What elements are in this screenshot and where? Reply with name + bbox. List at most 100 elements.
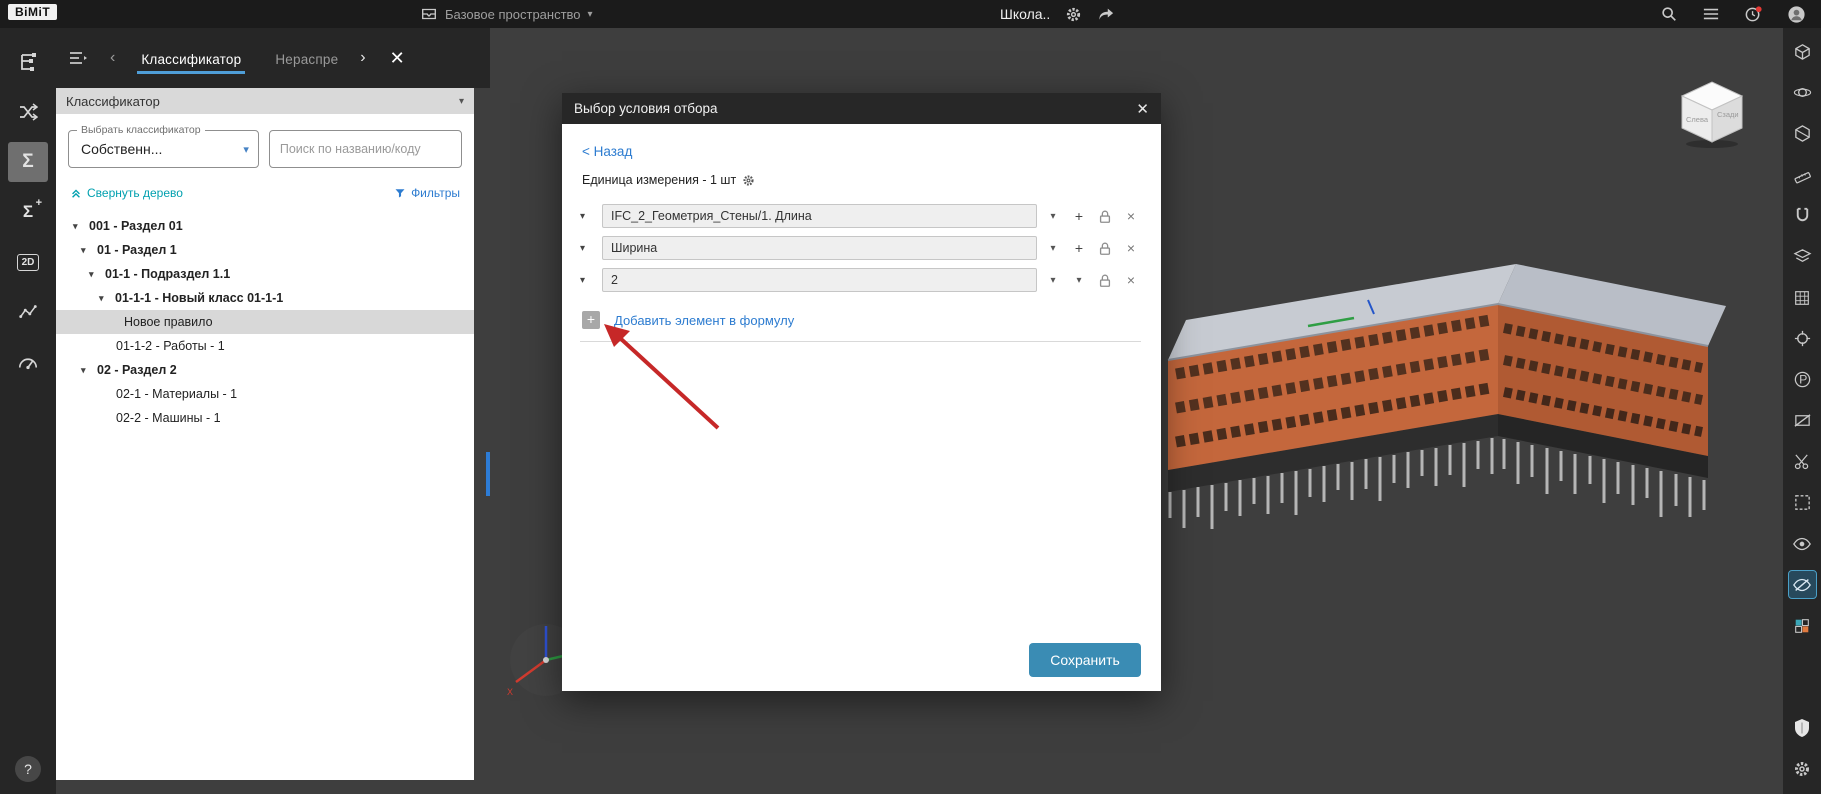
hide-elements-button[interactable] bbox=[1787, 570, 1817, 599]
classifier-select-caret-icon[interactable]: ▾ bbox=[243, 143, 249, 156]
menu-list-icon[interactable] bbox=[1702, 6, 1720, 22]
share-icon[interactable] bbox=[1097, 6, 1115, 22]
panel-tab-bar: ‹ Классификатор Нераспре › ✕ bbox=[56, 28, 490, 88]
workspace-box-icon bbox=[422, 8, 436, 20]
tab-unallocated[interactable]: Нераспре bbox=[271, 32, 342, 84]
sigma-icon: Σ bbox=[22, 151, 34, 172]
formula-element-input[interactable] bbox=[602, 236, 1037, 260]
tree-item[interactable]: 02-1 - Материалы - 1 bbox=[56, 382, 474, 406]
row-remove-icon[interactable]: × bbox=[1121, 208, 1141, 224]
tree-item[interactable]: 02-2 - Машины - 1 bbox=[56, 406, 474, 430]
home-view-button[interactable] bbox=[1789, 38, 1816, 65]
shield-protect-button[interactable] bbox=[1789, 714, 1816, 741]
building-3d-model[interactable] bbox=[1158, 240, 1778, 550]
row-remove-icon[interactable]: × bbox=[1121, 240, 1141, 256]
workspace-caret-icon[interactable]: ▾ bbox=[588, 9, 593, 20]
plan-view-button[interactable]: P bbox=[1789, 366, 1816, 393]
structure-tree-tool-button[interactable] bbox=[8, 42, 48, 82]
formula-element-input[interactable] bbox=[602, 204, 1037, 228]
panel-scrollbar-thumb[interactable] bbox=[486, 452, 490, 496]
section-plane-button[interactable] bbox=[1789, 407, 1816, 434]
row-dropdown-caret-icon[interactable]: ▾ bbox=[1043, 243, 1063, 254]
tree-item[interactable]: 01-1-2 - Работы - 1 bbox=[56, 334, 474, 358]
gauge-tool-button[interactable] bbox=[8, 342, 48, 382]
row-add-icon[interactable]: + bbox=[1069, 240, 1089, 256]
search-icon[interactable] bbox=[1660, 5, 1678, 23]
dialog-title-bar[interactable]: Выбор условия отбора ✕ bbox=[562, 93, 1161, 124]
tree-item[interactable]: ▾ 02 - Раздел 2 bbox=[56, 358, 474, 382]
lock-icon[interactable] bbox=[1095, 241, 1115, 256]
tree-item[interactable]: ▾ 01 - Раздел 1 bbox=[56, 238, 474, 262]
formula-element-input[interactable] bbox=[602, 268, 1037, 292]
project-name[interactable]: Школа.. bbox=[1000, 6, 1050, 22]
user-avatar-icon[interactable] bbox=[1787, 5, 1806, 24]
navcube-right-face-label[interactable]: Сзади bbox=[1717, 110, 1739, 119]
tree-item[interactable]: ▾ 001 - Раздел 01 bbox=[56, 214, 474, 238]
row-dropdown-caret-icon[interactable]: ▾ bbox=[1043, 211, 1063, 222]
tabs-scroll-right-icon[interactable]: › bbox=[360, 49, 365, 67]
add-element-button[interactable]: + bbox=[582, 311, 600, 329]
row-dropdown-caret-icon[interactable]: ▾ bbox=[1043, 275, 1063, 286]
lock-icon[interactable] bbox=[1095, 273, 1115, 288]
grid-table-button[interactable] bbox=[1789, 284, 1816, 311]
row-operator-caret-icon[interactable]: ▾ bbox=[1069, 275, 1089, 286]
classifier-tree: ▾ 001 - Раздел 01 ▾ 01 - Раздел 1 ▾ 01-1… bbox=[56, 214, 474, 430]
show-elements-button[interactable] bbox=[1789, 530, 1816, 557]
panel-close-icon[interactable]: ✕ bbox=[390, 48, 405, 69]
caret-down-icon[interactable]: ▾ bbox=[81, 358, 97, 382]
search-input[interactable] bbox=[268, 130, 462, 168]
classifier-section-header[interactable]: Классификатор ▾ bbox=[56, 88, 474, 114]
project-settings-gear-icon[interactable] bbox=[1065, 6, 1082, 23]
selection-box-button[interactable] bbox=[1789, 489, 1816, 516]
caret-down-icon[interactable]: ▾ bbox=[73, 214, 89, 238]
caret-down-icon[interactable]: ▾ bbox=[89, 262, 105, 286]
measure-button[interactable] bbox=[1789, 161, 1816, 188]
row-add-icon[interactable]: + bbox=[1069, 208, 1089, 224]
navigation-cube[interactable]: Слева Сзади bbox=[1668, 72, 1754, 150]
help-icon: ? bbox=[24, 761, 32, 777]
collapse-tree-link[interactable]: Свернуть дерево bbox=[70, 186, 183, 200]
navcube-left-face-label[interactable]: Слева bbox=[1686, 115, 1709, 124]
layers-button[interactable] bbox=[1789, 243, 1816, 270]
orbit-button[interactable] bbox=[1789, 79, 1816, 106]
add-classifier-tool-button[interactable]: Σ + bbox=[8, 192, 48, 232]
dialog-body: < Назад Единица измерения - 1 шт ▾ ▾ + × bbox=[562, 124, 1161, 691]
section-collapse-caret-icon[interactable]: ▾ bbox=[459, 96, 464, 107]
classifier-select-label: Выбрать классификатор bbox=[77, 124, 205, 136]
add-element-link[interactable]: Добавить элемент в формулу bbox=[614, 313, 794, 328]
unit-settings-gear-icon[interactable] bbox=[742, 174, 755, 187]
formula-row: ▾ ▾ + × bbox=[580, 235, 1141, 261]
tabs-scroll-left-icon[interactable]: ‹ bbox=[110, 49, 115, 67]
viewport-settings-button[interactable] bbox=[1789, 755, 1816, 782]
filters-link[interactable]: Фильтры bbox=[394, 186, 460, 200]
caret-down-icon[interactable]: ▾ bbox=[81, 238, 97, 262]
dialog-close-icon[interactable]: ✕ bbox=[1136, 100, 1149, 118]
classifier-select[interactable]: Выбрать классификатор Собственн... ▾ bbox=[68, 124, 259, 168]
colorize-filter-button[interactable] bbox=[1789, 612, 1816, 639]
row-expand-caret-icon[interactable]: ▾ bbox=[580, 211, 596, 222]
classifier-tool-button[interactable]: Σ bbox=[8, 142, 48, 182]
row-remove-icon[interactable]: × bbox=[1121, 272, 1141, 288]
caret-down-icon[interactable]: ▾ bbox=[99, 286, 115, 310]
row-expand-caret-icon[interactable]: ▾ bbox=[580, 243, 596, 254]
section-box-button[interactable] bbox=[1789, 120, 1816, 147]
help-button[interactable]: ? bbox=[15, 756, 41, 782]
snap-magnet-button[interactable] bbox=[1789, 202, 1816, 229]
cut-tool-button[interactable] bbox=[1789, 448, 1816, 475]
panel-menu-icon[interactable] bbox=[68, 50, 88, 66]
focus-target-button[interactable] bbox=[1789, 325, 1816, 352]
app-logo[interactable]: BiMiT bbox=[8, 4, 58, 20]
tree-item[interactable]: ▾ 01-1-1 - Новый класс 01-1-1 bbox=[56, 286, 474, 310]
save-button[interactable]: Сохранить bbox=[1029, 643, 1141, 677]
tab-classifier[interactable]: Классификатор bbox=[137, 32, 246, 84]
workspace-switcher[interactable]: Базовое пространство ▾ bbox=[420, 0, 593, 28]
back-link[interactable]: < Назад bbox=[582, 144, 632, 159]
notifications-icon[interactable] bbox=[1744, 5, 1763, 24]
chart-tool-button[interactable] bbox=[8, 292, 48, 332]
tree-item-selected[interactable]: Новое правило bbox=[56, 310, 474, 334]
lock-icon[interactable] bbox=[1095, 209, 1115, 224]
2d-view-tool-button[interactable]: 2D bbox=[8, 242, 48, 282]
row-expand-caret-icon[interactable]: ▾ bbox=[580, 275, 596, 286]
connections-tool-button[interactable] bbox=[8, 92, 48, 132]
tree-item[interactable]: ▾ 01-1 - Подраздел 1.1 bbox=[56, 262, 474, 286]
